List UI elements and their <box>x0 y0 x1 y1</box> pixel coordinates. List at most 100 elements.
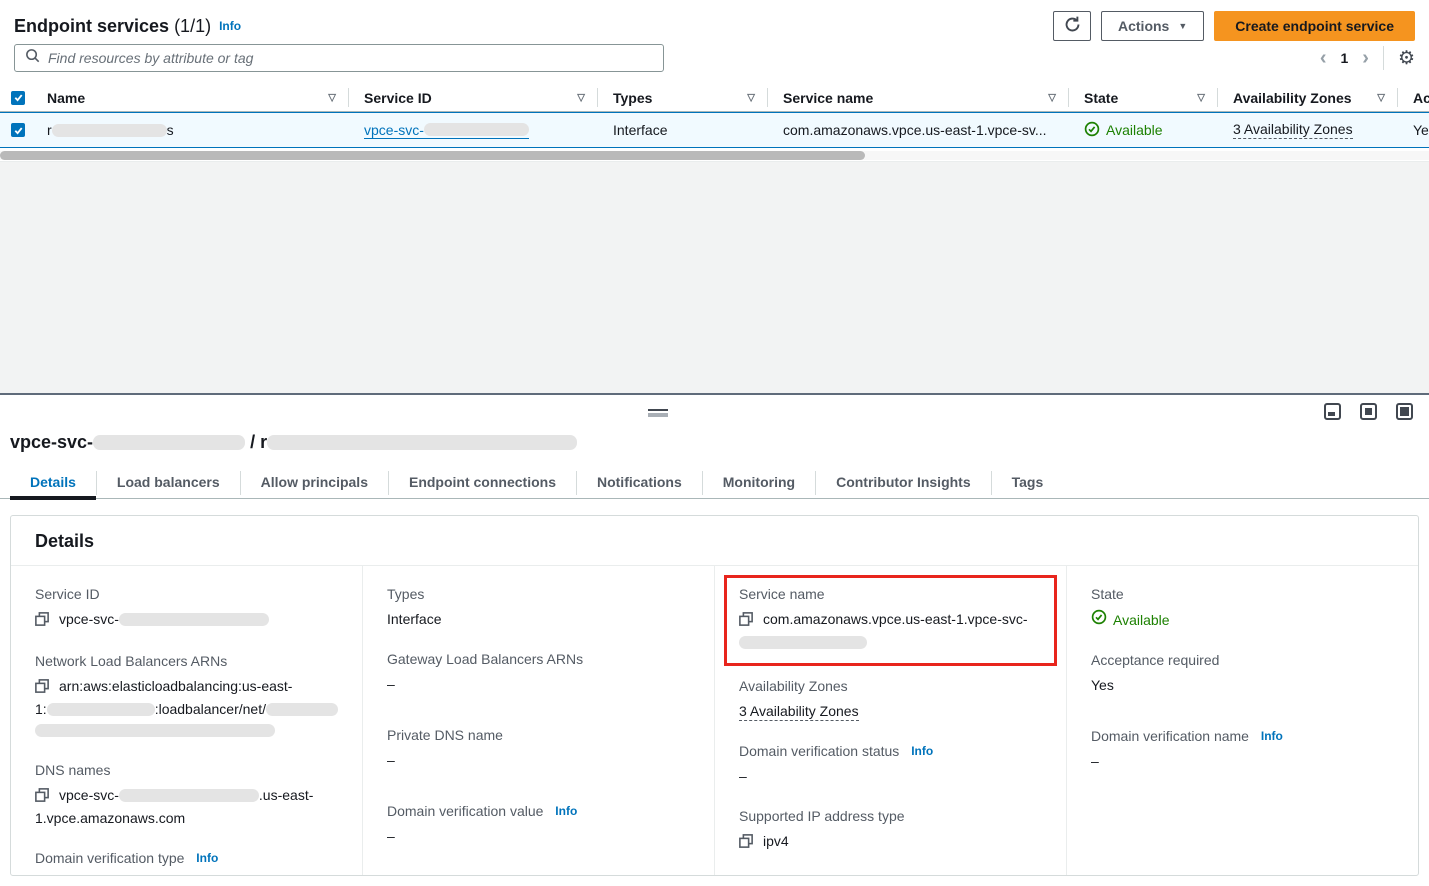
column-header-types[interactable]: Types ▽ <box>597 84 767 111</box>
copy-icon[interactable] <box>35 787 49 808</box>
page-info-link[interactable]: Info <box>219 19 241 33</box>
check-circle-icon <box>1091 609 1107 631</box>
filter-icon: ▽ <box>577 92 585 103</box>
search-box <box>14 44 664 72</box>
details-column-4: State Available Acceptance required <box>1066 566 1418 876</box>
row-availability-zones-cell: 3 Availability Zones <box>1217 113 1397 147</box>
copy-icon[interactable] <box>35 678 49 699</box>
field-supported-ip-address-type: Supported IP address type ipv4 <box>739 808 1042 854</box>
tab-load-balancers[interactable]: Load balancers <box>97 467 240 499</box>
redacted-text <box>47 703 155 716</box>
availability-zones-link[interactable]: 3 Availability Zones <box>739 703 859 721</box>
split-panel-drag-handle[interactable] <box>648 409 668 417</box>
column-header-name[interactable]: Name ▽ <box>36 84 348 111</box>
filter-icon: ▽ <box>1048 92 1056 103</box>
service-id-link[interactable]: vpce-svc- <box>364 122 529 139</box>
field-dns-names: DNS names vpce-svc-.us-east- 1.vpce.amaz… <box>35 762 338 829</box>
panel-size-small-button[interactable] <box>1324 403 1341 420</box>
copy-icon[interactable] <box>739 611 753 632</box>
field-state: State Available <box>1091 586 1394 631</box>
search-input[interactable] <box>48 50 653 66</box>
row-checkbox-cell <box>0 113 36 147</box>
info-link[interactable]: Info <box>555 804 577 818</box>
field-nlb-arns: Network Load Balancers ARNs arn:aws:elas… <box>35 653 338 741</box>
page-header: Endpoint services (1/1) Info Actions ▼ C… <box>14 10 1415 42</box>
details-column-2: Types Interface Gateway Load Balancers A… <box>362 566 714 876</box>
tab-endpoint-connections[interactable]: Endpoint connections <box>389 467 576 499</box>
column-header-availability-zones[interactable]: Availability Zones ▽ <box>1217 84 1397 111</box>
details-column-3: Service name com.amazonaws.vpce.us-east-… <box>714 566 1066 876</box>
current-page-number[interactable]: 1 <box>1340 50 1348 66</box>
column-header-state[interactable]: State ▽ <box>1068 84 1217 111</box>
tab-contributor-insights[interactable]: Contributor Insights <box>816 467 991 499</box>
chevron-down-icon: ▼ <box>1178 21 1187 31</box>
resource-count: (1/1) <box>174 16 211 37</box>
field-domain-verification-status: Domain verification status Info – <box>739 743 1042 787</box>
field-types: Types Interface <box>387 586 690 630</box>
table-row[interactable]: rs vpce-svc- Interface com.amazonaws.vpc… <box>0 112 1429 148</box>
split-panel-size-controls <box>1324 403 1413 420</box>
horizontal-scrollbar <box>0 151 1429 160</box>
panel-size-large-button[interactable] <box>1396 403 1413 420</box>
copy-icon[interactable] <box>35 611 49 632</box>
tab-monitoring[interactable]: Monitoring <box>703 467 815 499</box>
row-service-id-cell: vpce-svc- <box>348 113 597 147</box>
status-badge: Available <box>1113 610 1170 631</box>
info-link[interactable]: Info <box>911 744 933 758</box>
field-domain-verification-value: Domain verification value Info – <box>387 803 690 847</box>
column-header-acceptance-required[interactable]: Acceptance required <box>1397 84 1429 111</box>
filter-icon: ▽ <box>328 92 336 103</box>
column-header-service-name[interactable]: Service name ▽ <box>767 84 1068 111</box>
redacted-text <box>35 724 275 737</box>
tab-details[interactable]: Details <box>10 467 96 499</box>
availability-zones-link[interactable]: 3 Availability Zones <box>1233 121 1353 139</box>
toolbar-buttons: Actions ▼ Create endpoint service <box>1053 11 1415 41</box>
gear-icon[interactable]: ⚙ <box>1398 49 1415 68</box>
row-checkbox[interactable] <box>11 123 25 137</box>
actions-button-label: Actions <box>1118 18 1169 34</box>
endpoint-services-page: Endpoint services (1/1) Info Actions ▼ C… <box>0 0 1429 886</box>
table-header-row: Name ▽ Service ID ▽ Types ▽ Service name… <box>0 84 1429 112</box>
field-availability-zones: Availability Zones 3 Availability Zones <box>739 678 1042 722</box>
info-link[interactable]: Info <box>1261 729 1283 743</box>
redacted-text <box>267 435 577 450</box>
filter-icon: ▽ <box>747 92 755 103</box>
divider <box>1383 46 1384 70</box>
panel-size-medium-button[interactable] <box>1360 403 1377 420</box>
redacted-text <box>52 124 167 137</box>
create-endpoint-service-button[interactable]: Create endpoint service <box>1214 11 1415 41</box>
field-acceptance-required: Acceptance required Yes <box>1091 652 1394 696</box>
row-types-cell: Interface <box>597 113 767 147</box>
tab-allow-principals[interactable]: Allow principals <box>241 467 388 499</box>
actions-button[interactable]: Actions ▼ <box>1101 11 1204 41</box>
search-icon <box>25 48 40 68</box>
split-panel: vpce-svc- / r Details Load balancers All… <box>0 393 1429 886</box>
refresh-button[interactable] <box>1053 11 1091 41</box>
info-link[interactable]: Info <box>196 851 218 865</box>
field-service-name-highlighted: Service name com.amazonaws.vpce.us-east-… <box>724 575 1057 666</box>
details-column-1: Service ID vpce-svc- Network Load Balanc… <box>11 566 362 876</box>
filter-icon: ▽ <box>1197 92 1205 103</box>
refresh-icon <box>1064 16 1081 36</box>
content-background <box>0 161 1429 393</box>
field-private-dns-name: Private DNS name – <box>387 727 690 771</box>
select-all-checkbox[interactable] <box>11 91 25 105</box>
field-gateway-lb-arns: Gateway Load Balancers ARNs – <box>387 651 690 695</box>
redacted-text <box>119 789 259 802</box>
copy-icon[interactable] <box>739 833 753 854</box>
tab-notifications[interactable]: Notifications <box>577 467 702 499</box>
filter-icon: ▽ <box>1377 92 1385 103</box>
search-row: ‹ 1 › ⚙ <box>14 44 1415 72</box>
next-page-button[interactable]: › <box>1362 48 1369 68</box>
redacted-text <box>93 435 245 450</box>
page-title: Endpoint services <box>14 16 169 37</box>
horizontal-scrollbar-thumb[interactable] <box>0 151 865 160</box>
tab-tags[interactable]: Tags <box>992 467 1064 499</box>
row-service-name-cell: com.amazonaws.vpce.us-east-1.vpce-sv... <box>767 113 1068 147</box>
redacted-text <box>424 123 529 136</box>
endpoint-services-table: Name ▽ Service ID ▽ Types ▽ Service name… <box>0 84 1429 160</box>
row-acceptance-cell: Yes <box>1397 113 1429 147</box>
check-circle-icon <box>1084 121 1100 140</box>
column-header-service-id[interactable]: Service ID ▽ <box>348 84 597 111</box>
previous-page-button[interactable]: ‹ <box>1320 48 1327 68</box>
